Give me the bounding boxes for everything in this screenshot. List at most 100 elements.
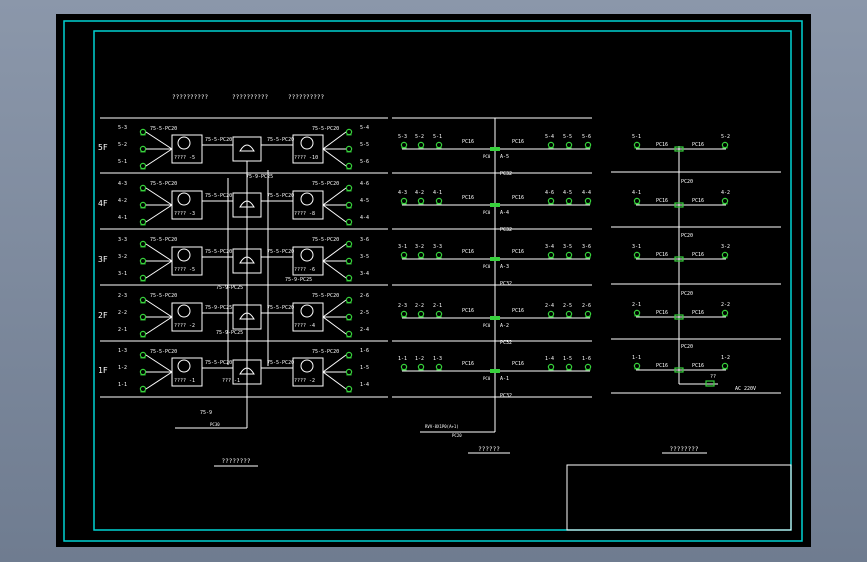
box-label: ???? -5 — [174, 267, 195, 273]
pipe-label: PC16 — [512, 361, 524, 367]
column-header: ?????????? — [232, 94, 269, 101]
box-label: ???? -3 — [174, 211, 195, 217]
floor-label: 1F — [98, 366, 108, 375]
outlet-label: 5-5 — [563, 134, 572, 140]
outlet-label: 1-6 — [582, 356, 591, 362]
port-label: 2-6 — [360, 293, 369, 299]
pipe-label: PC16 — [462, 249, 474, 255]
outlet-label: 1-4 — [545, 356, 554, 362]
pipe-label: PC16 — [656, 252, 668, 258]
riser-label: PC32 — [500, 281, 512, 287]
port-label: 4-5 — [360, 198, 369, 204]
junction-box — [490, 203, 500, 207]
incoming-label: 75-9 — [200, 410, 212, 416]
riser-label: PC20 — [681, 291, 693, 297]
riser-label: PC32 — [500, 171, 512, 177]
outlet-label: 4-1 — [433, 190, 442, 196]
outlet-label: 3-1 — [632, 244, 641, 250]
pipe-label: PC16 — [692, 252, 704, 258]
box-label: ???? -8 — [294, 211, 315, 217]
node-label: PC0 — [483, 264, 491, 269]
cable-label: 75-5-PC20 — [312, 181, 339, 187]
box-label: ???? -6 — [294, 267, 315, 273]
port-label: 1-2 — [118, 365, 127, 371]
port-label: 4-6 — [360, 181, 369, 187]
node-label: A-3 — [500, 264, 509, 270]
cable-label: 75-5-PC20 — [150, 126, 177, 132]
port-label: 3-2 — [118, 254, 127, 260]
port-label: 4-2 — [118, 198, 127, 204]
outlet-label: 1-2 — [721, 355, 730, 361]
splitter-label: 75-9-PC25 — [285, 277, 312, 283]
port-label: 2-3 — [118, 293, 127, 299]
box-label: ???? -5 — [174, 155, 195, 161]
riser-label: PC20 — [681, 233, 693, 239]
outlet-label: 4-2 — [415, 190, 424, 196]
port-label: 3-4 — [360, 271, 369, 277]
pipe-label: PC16 — [462, 308, 474, 314]
outlet-label: 2-1 — [433, 303, 442, 309]
outlet-label: 5-6 — [582, 134, 591, 140]
middle-caption: ?????? — [478, 446, 500, 453]
right-caption: ???????? — [670, 446, 699, 453]
cable-label: 75-5-PC20 — [267, 137, 294, 143]
outlet-label: 1-3 — [433, 356, 442, 362]
port-label: 4-3 — [118, 181, 127, 187]
port-label: 4-4 — [360, 215, 369, 221]
cable-label: 75-5-PC20 — [267, 305, 294, 311]
port-label: 3-3 — [118, 237, 127, 243]
pipe-label: PC16 — [656, 198, 668, 204]
outlet-label: 2-3 — [398, 303, 407, 309]
pipe-label: PC16 — [462, 139, 474, 145]
outlet-label: 3-2 — [415, 244, 424, 250]
port-label: 1-6 — [360, 348, 369, 354]
outlet-label: 5-2 — [721, 134, 730, 140]
outlet-label: 4-3 — [398, 190, 407, 196]
box-label: ???? -10 — [294, 155, 318, 161]
port-label: 2-1 — [118, 327, 127, 333]
outlet-label: 4-6 — [545, 190, 554, 196]
outlet-label: 1-1 — [632, 355, 641, 361]
node-label: A-4 — [500, 210, 509, 216]
port-label: 5-4 — [360, 125, 369, 131]
feed-label: AC 220V — [735, 386, 756, 392]
outlet-label: 4-4 — [582, 190, 591, 196]
outlet-label: 1-2 — [415, 356, 424, 362]
outlet-label: 3-4 — [545, 244, 554, 250]
port-label: 1-3 — [118, 348, 127, 354]
pipe-label: PC16 — [692, 198, 704, 204]
sheet-background — [56, 14, 811, 547]
pipe-label: PC16 — [692, 310, 704, 316]
outlet-label: 1-5 — [563, 356, 572, 362]
outlet-label: 1-1 — [398, 356, 407, 362]
outlet-label: 3-1 — [398, 244, 407, 250]
splitter-label: 75-9-PC25 — [246, 174, 273, 180]
column-header: ?????????? — [172, 94, 209, 101]
node-label: PC0 — [483, 323, 491, 328]
cable-label: 75-5-PC20 — [312, 293, 339, 299]
box-label: ???? -2 — [174, 323, 195, 329]
box-label: ???? -4 — [294, 323, 315, 329]
cable-label: 75-5-PC20 — [267, 193, 294, 199]
floor-label: 4F — [98, 199, 108, 208]
port-label: 5-5 — [360, 142, 369, 148]
incoming-label: PC20 — [452, 433, 462, 438]
outlet-label: 2-1 — [632, 302, 641, 308]
port-label: 3-1 — [118, 271, 127, 277]
cable-label: 75-5-PC20 — [312, 237, 339, 243]
pipe-label: PC16 — [512, 195, 524, 201]
riser-label: PC20 — [681, 344, 693, 350]
pipe-label: PC16 — [656, 363, 668, 369]
outlet-label: 3-5 — [563, 244, 572, 250]
cable-label: 75-5-PC20 — [150, 349, 177, 355]
left-caption: ???????? — [222, 458, 251, 465]
outlet-label: 2-4 — [545, 303, 554, 309]
node-label: PC0 — [483, 210, 491, 215]
port-label: 5-3 — [118, 125, 127, 131]
cable-label: 75-5-PC20 — [205, 137, 232, 143]
pipe-label: PC16 — [692, 142, 704, 148]
box-label: ???? -2 — [294, 378, 315, 384]
floor-label: 3F — [98, 255, 108, 264]
pipe-label: PC16 — [512, 249, 524, 255]
junction-box — [490, 257, 500, 261]
